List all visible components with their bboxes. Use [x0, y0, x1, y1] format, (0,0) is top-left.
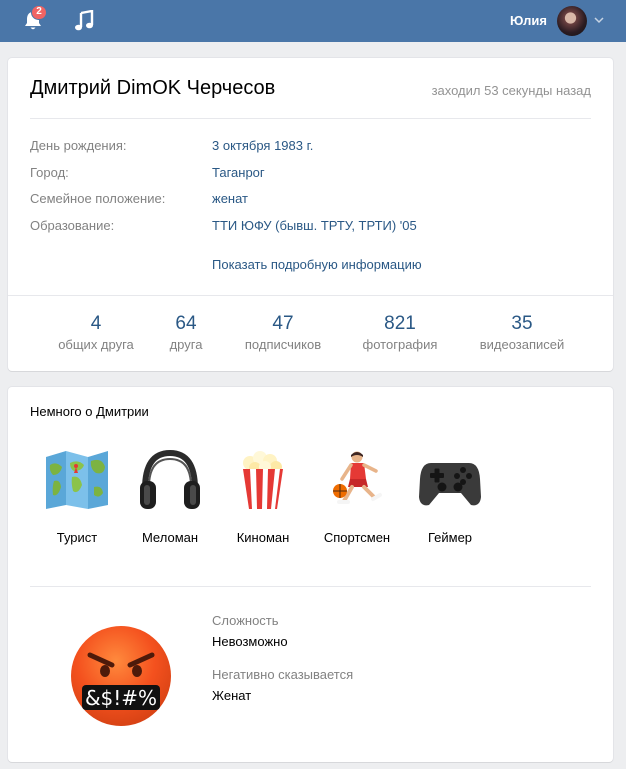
info-value-city[interactable]: Таганрог: [212, 165, 265, 180]
counter-label: друга: [169, 337, 203, 352]
angry-cursing-face-icon: &$!#%: [71, 626, 171, 726]
counter-followers[interactable]: 47 подписчиков: [233, 313, 333, 352]
trait-music-lover[interactable]: Меломан: [130, 449, 210, 545]
avatar[interactable]: [557, 6, 587, 36]
basketball-player-icon: [333, 451, 382, 504]
chevron-down-icon[interactable]: [594, 16, 604, 24]
profile-card: Дмитрий DimOK Черчесов заходил 53 секунд…: [8, 58, 613, 371]
top-bar: 2 Юлия: [0, 0, 626, 42]
trait-label: Спортсмен: [323, 530, 391, 545]
info-label-education: Образование:: [30, 218, 115, 233]
trait-label: Меломан: [141, 530, 199, 545]
difficulty-value: Невозможно: [212, 634, 288, 649]
divider: [30, 586, 591, 587]
about-title: Немного о Дмитрии: [30, 404, 149, 419]
popcorn-icon: [243, 451, 283, 509]
trait-label: Турист: [56, 530, 98, 545]
info-value-birthday[interactable]: 3 октября 1983 г.: [212, 138, 313, 153]
music-icon[interactable]: [74, 10, 94, 32]
headphones-icon: [140, 449, 200, 509]
info-value-relationship[interactable]: женат: [212, 191, 248, 206]
last-seen-status: заходил 53 секунды назад: [431, 83, 591, 98]
counter-value: 35: [511, 313, 533, 334]
counter-value: 47: [272, 313, 294, 334]
info-label-birthday: День рождения:: [30, 138, 127, 153]
info-value-education[interactable]: ТТИ ЮФУ (бывш. ТРТУ, ТРТИ) '05: [212, 218, 417, 233]
info-label-relationship: Семейное положение:: [30, 191, 166, 206]
counter-value: 821: [384, 313, 416, 334]
profile-name: Дмитрий DimOK Черчесов: [30, 77, 276, 99]
negative-effect-label: Негативно сказывается: [212, 667, 354, 682]
trait-movie-lover[interactable]: Киноман: [223, 449, 303, 545]
counter-value: 64: [175, 313, 197, 334]
info-label-city: Город:: [30, 165, 69, 180]
counter-videos[interactable]: 35 видеозаписей: [466, 313, 578, 352]
about-card: Немного о Дмитрии Турист Меломан Киноман…: [8, 387, 613, 762]
trait-sportsman[interactable]: Спортсмен: [317, 449, 397, 545]
counter-label: подписчиков: [244, 337, 322, 352]
trait-tourist[interactable]: Турист: [37, 449, 117, 545]
counter-mutual-friends[interactable]: 4 общих друга: [46, 313, 146, 352]
show-more-info-link[interactable]: Показать подробную информацию: [212, 257, 422, 272]
counter-label: видеозаписей: [479, 337, 565, 352]
gamepad-icon: [419, 463, 481, 506]
difficulty-label: Сложность: [212, 613, 279, 628]
emoji-symbol-text: &$!#%: [85, 686, 157, 710]
counter-photos[interactable]: 821 фотография: [350, 313, 450, 352]
negative-effect-value: Женат: [212, 688, 252, 703]
divider: [8, 295, 613, 296]
trait-label: Геймер: [427, 530, 473, 545]
counter-friends[interactable]: 64 друга: [151, 313, 221, 352]
counter-label: фотография: [362, 337, 438, 352]
divider: [30, 118, 591, 119]
counter-value: 4: [90, 313, 102, 334]
counter-label: общих друга: [58, 337, 134, 352]
trait-label: Киноман: [236, 530, 290, 545]
notifications-badge: 2: [31, 5, 47, 20]
user-name[interactable]: Юлия: [510, 13, 547, 28]
map-icon: [46, 451, 108, 509]
trait-gamer[interactable]: Геймер: [410, 449, 490, 545]
